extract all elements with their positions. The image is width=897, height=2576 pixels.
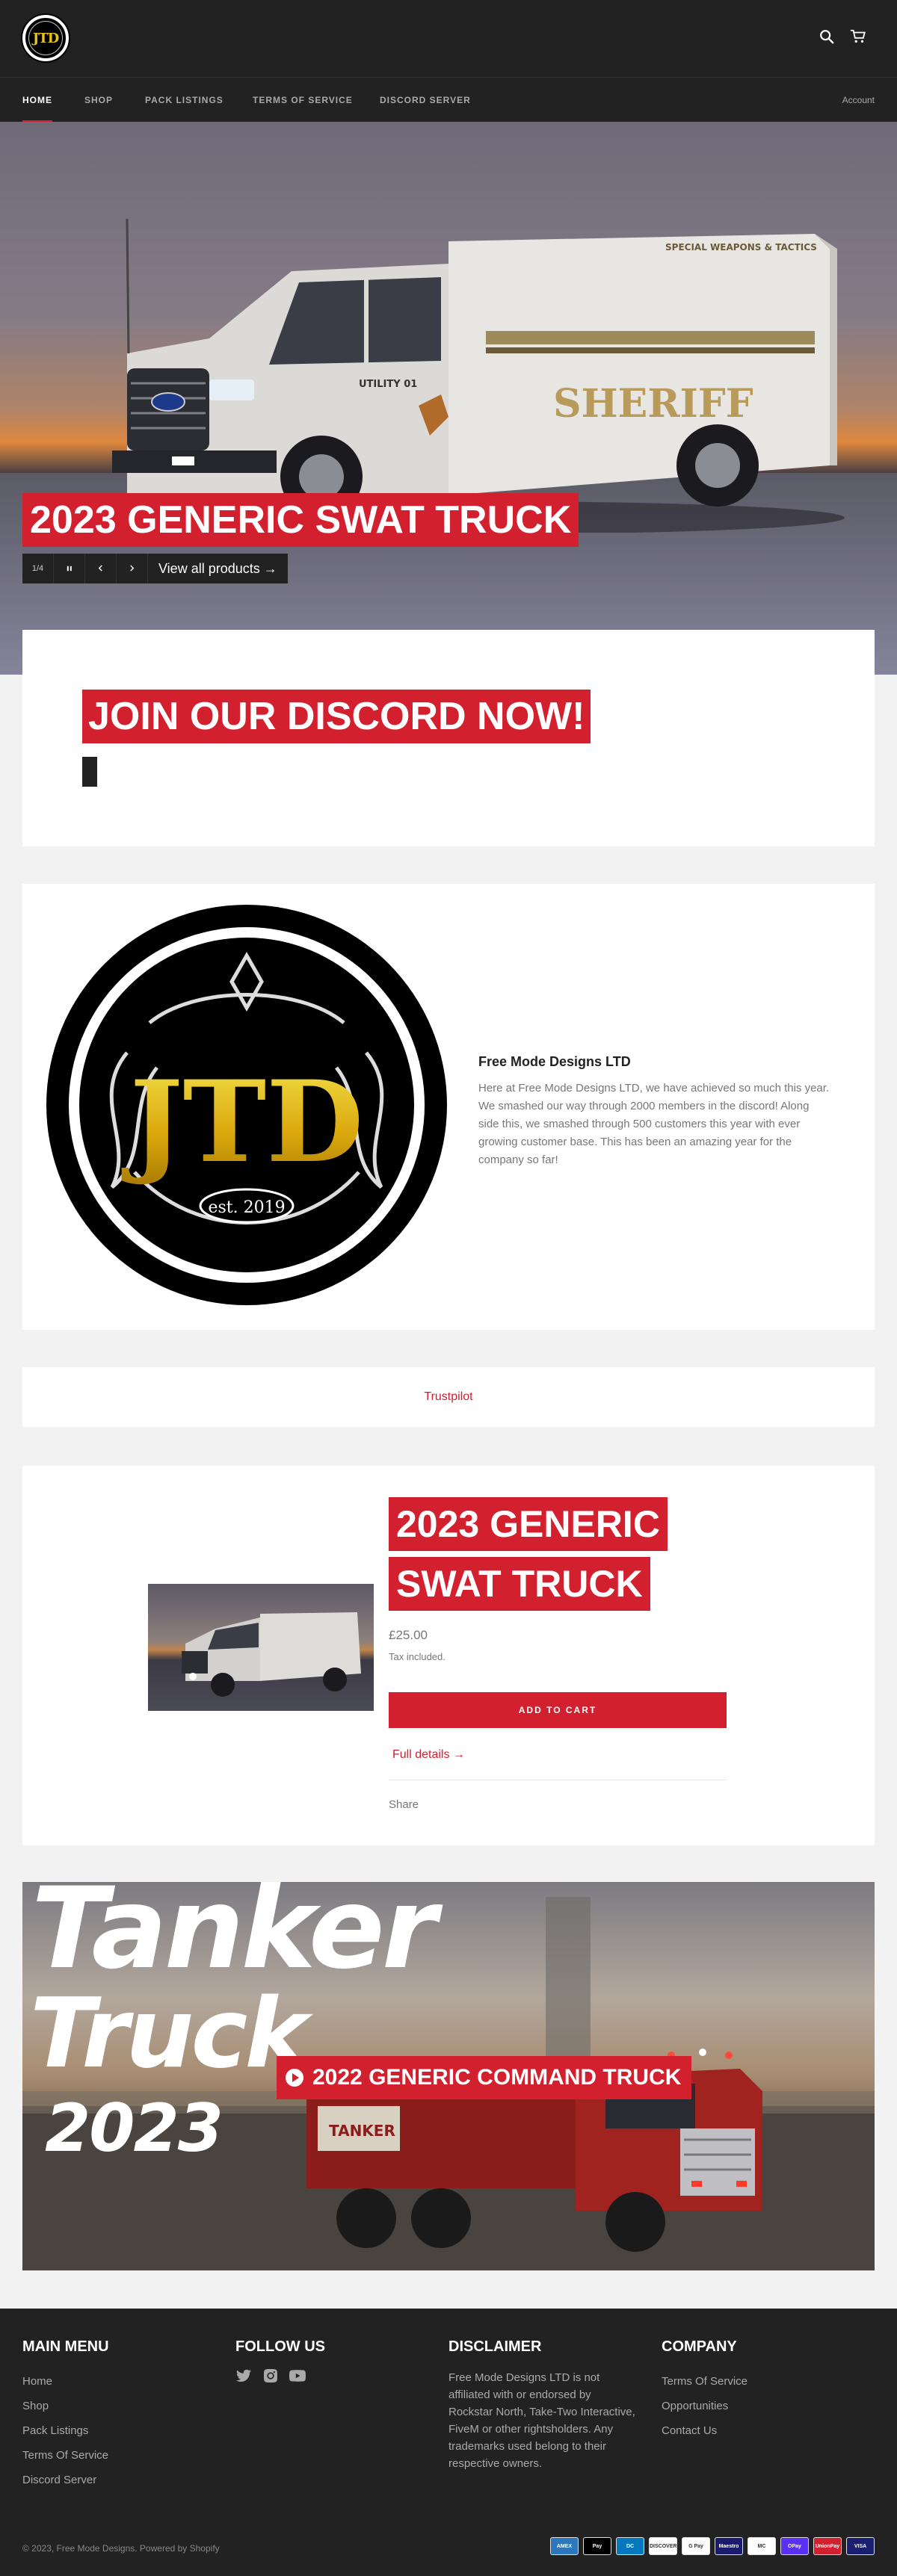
- tanker-plate-text: TANKER 66: [329, 2122, 422, 2140]
- truck-side-text: SHERIFF: [553, 381, 753, 427]
- payment-icon: VISA: [846, 2537, 875, 2555]
- play-icon: [286, 2069, 303, 2087]
- tanker-title-line-1: Tanker: [31, 1882, 437, 1994]
- nav-home[interactable]: Home: [22, 78, 52, 123]
- text-cursor: [82, 757, 97, 787]
- payment-icon: MC: [748, 2537, 776, 2555]
- twitter-icon[interactable]: [235, 2368, 252, 2384]
- account-link[interactable]: Account: [842, 78, 875, 123]
- footer-link-contact-us[interactable]: Contact Us: [662, 2418, 748, 2443]
- footer-link-pack-listings[interactable]: Pack Listings: [22, 2418, 109, 2443]
- payment-icon: DISCOVER: [649, 2537, 677, 2555]
- share-button[interactable]: Share: [389, 1798, 419, 1811]
- footer-heading: MAIN MENU: [22, 2338, 109, 2355]
- jtd-logo-image: JTD est. 2019: [46, 905, 447, 1305]
- slide-counter: 1/4: [22, 554, 54, 583]
- payment-icon: AMEX: [550, 2537, 579, 2555]
- hero-title[interactable]: 2023 GENERIC SWAT TRUCK: [22, 493, 579, 547]
- chevron-right-icon: [130, 565, 135, 572]
- disclaimer-text: Free Mode Designs LTD is not affiliated …: [449, 2371, 635, 2470]
- trustpilot-section: Trustpilot: [22, 1367, 875, 1427]
- site-footer: MAIN MENU Home Shop Pack Listings Terms …: [0, 2309, 897, 2576]
- payment-icon: Maestro: [715, 2537, 743, 2555]
- command-truck-label: 2022 GENERIC COMMAND TRUCK: [312, 2065, 682, 2090]
- nav-shop[interactable]: Shop: [84, 78, 113, 123]
- footer-disclaimer: DISCLAIMER Free Mode Designs LTD is not …: [449, 2338, 635, 2472]
- footer-link-terms[interactable]: Terms Of Service: [22, 2443, 109, 2468]
- command-truck-button[interactable]: 2022 GENERIC COMMAND TRUCK: [277, 2056, 692, 2099]
- footer-heading: COMPANY: [662, 2338, 737, 2355]
- main-nav: Home Shop Pack Listings Terms Of Service…: [0, 77, 897, 123]
- footer-heading: DISCLAIMER: [449, 2338, 542, 2355]
- tanker-title-line-3: 2023: [45, 2090, 224, 2167]
- nav-terms-of-service[interactable]: Terms Of Service: [253, 78, 353, 123]
- pause-icon: [67, 566, 72, 572]
- youtube-icon[interactable]: [289, 2368, 306, 2384]
- nav-discord-server[interactable]: Discord Server: [380, 78, 471, 123]
- swat-truck-image: SPECIAL WEAPONS & TACTICS SHERIFF UTILIT…: [112, 219, 845, 533]
- payment-icon: OPay: [780, 2537, 809, 2555]
- cart-icon[interactable]: [850, 28, 868, 46]
- full-details-link[interactable]: Full details →: [392, 1748, 465, 1762]
- search-icon[interactable]: [819, 28, 836, 46]
- nav-pack-listings[interactable]: Pack Listings: [145, 78, 224, 123]
- about-section: JTD est. 2019 Free Mode Designs LTD Here…: [22, 884, 875, 1330]
- payment-icon: DC: [616, 2537, 644, 2555]
- view-all-products-link[interactable]: View all products →: [148, 554, 288, 583]
- footer-link-opportunities[interactable]: Opportunities: [662, 2394, 748, 2418]
- tanker-truck-banner[interactable]: TANKER 66 Tanker Truck 2023 2022 GENERIC…: [22, 1882, 875, 2270]
- tanker-title-line-2: Truck: [30, 1978, 308, 2090]
- product-image[interactable]: [148, 1584, 374, 1711]
- product-title-line-1: 2023 GENERIC: [389, 1497, 668, 1551]
- payment-icon: UnionPay: [813, 2537, 842, 2555]
- about-text: Here at Free Mode Designs LTD, we have a…: [478, 1082, 830, 1166]
- about-title: Free Mode Designs LTD: [478, 1054, 631, 1069]
- payment-icon: G Pay: [682, 2537, 710, 2555]
- product-price: £25.00: [389, 1628, 428, 1642]
- pause-button[interactable]: [54, 554, 85, 583]
- footer-heading: FOLLOW US: [235, 2338, 325, 2355]
- add-to-cart-button[interactable]: ADD TO CART: [389, 1692, 727, 1728]
- instagram-icon[interactable]: [262, 2368, 279, 2384]
- chevron-left-icon: [98, 565, 102, 572]
- product-title-line-2: SWAT TRUCK: [389, 1557, 650, 1611]
- footer-link-discord[interactable]: Discord Server: [22, 2468, 109, 2492]
- trustpilot-link[interactable]: Trustpilot: [22, 1367, 875, 1427]
- hero-slideshow: SPECIAL WEAPONS & TACTICS SHERIFF UTILIT…: [0, 122, 897, 675]
- footer-company: COMPANY Terms Of Service Opportunities C…: [662, 2338, 748, 2443]
- copyright-text: © 2023, Free Mode Designs. Powered by Sh…: [22, 2543, 220, 2554]
- footer-follow-us: FOLLOW US: [235, 2338, 325, 2384]
- next-slide-button[interactable]: [117, 554, 148, 583]
- discord-title[interactable]: JOIN OUR DISCORD NOW!: [82, 690, 591, 743]
- footer-link-home[interactable]: Home: [22, 2369, 109, 2394]
- truck-upper-text: SPECIAL WEAPONS & TACTICS: [665, 242, 817, 253]
- payment-icons: AMEX Pay DC DISCOVER G Pay Maestro MC OPay Union…: [550, 2537, 875, 2555]
- truck-door-text: UTILITY 01: [359, 379, 417, 390]
- slideshow-controls: 1/4 View all products →: [22, 554, 288, 583]
- site-header: JTD: [0, 0, 897, 77]
- footer-link-shop[interactable]: Shop: [22, 2394, 109, 2418]
- site-logo[interactable]: JTD: [22, 15, 69, 61]
- logo-text: JTD: [32, 30, 60, 46]
- prev-slide-button[interactable]: [85, 554, 117, 583]
- footer-main-menu: MAIN MENU Home Shop Pack Listings Terms …: [22, 2338, 109, 2492]
- discord-section: JOIN OUR DISCORD NOW!: [22, 630, 875, 846]
- payment-icon: Pay: [583, 2537, 611, 2555]
- jtd-est-text: est. 2019: [208, 1198, 285, 1217]
- tax-note: Tax included.: [389, 1651, 446, 1662]
- jtd-logo-text: JTD: [122, 1056, 364, 1188]
- product-title[interactable]: 2023 GENERIC SWAT TRUCK: [389, 1497, 668, 1617]
- footer-link-terms-of-service[interactable]: Terms Of Service: [662, 2369, 748, 2394]
- featured-product: 2023 GENERIC SWAT TRUCK £25.00 Tax inclu…: [22, 1466, 875, 1845]
